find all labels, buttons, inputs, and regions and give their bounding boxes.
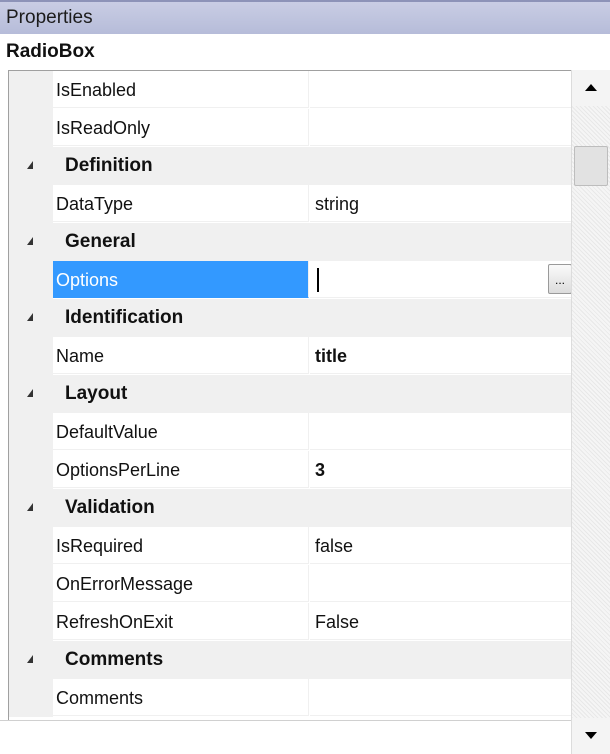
category-label: Comments <box>65 649 164 670</box>
collapse-triangle-icon[interactable] <box>27 237 33 245</box>
property-row-isenabled[interactable]: IsEnabled <box>9 71 571 109</box>
category-label: Layout <box>65 383 128 404</box>
row-gutter <box>9 71 53 109</box>
property-row-datatype[interactable]: DataType string <box>9 185 571 223</box>
row-gutter <box>9 185 53 223</box>
property-value[interactable]: false <box>310 527 571 564</box>
property-name: OptionsPerLine <box>53 451 309 488</box>
category-identification[interactable]: Identification <box>9 299 571 337</box>
category-label: Validation <box>65 497 155 518</box>
category-validation[interactable]: Validation <box>9 489 571 527</box>
property-value[interactable] <box>310 109 571 146</box>
selected-object-name: RadioBox <box>0 34 610 70</box>
property-name: DataType <box>53 185 309 222</box>
row-gutter <box>9 261 53 299</box>
collapse-triangle-icon[interactable] <box>27 161 33 169</box>
property-row-comments[interactable]: Comments <box>9 679 571 717</box>
row-gutter <box>9 109 53 147</box>
grid-bottom-area <box>0 720 571 754</box>
property-row-isreadonly[interactable]: IsReadOnly <box>9 109 571 147</box>
category-definition[interactable]: Definition <box>9 147 571 185</box>
property-value[interactable]: 3 <box>310 451 571 488</box>
property-row-refreshonexit[interactable]: RefreshOnExit False <box>9 603 571 641</box>
property-value[interactable]: False <box>310 603 571 640</box>
vertical-scrollbar[interactable] <box>571 70 610 754</box>
property-value[interactable]: string <box>310 185 571 222</box>
property-row-isrequired[interactable]: IsRequired false <box>9 527 571 565</box>
collapse-triangle-icon[interactable] <box>27 503 33 511</box>
text-caret <box>317 268 319 292</box>
collapse-triangle-icon[interactable] <box>27 313 33 321</box>
property-value[interactable]: title <box>310 337 571 374</box>
panel-title: Properties <box>0 0 610 34</box>
row-gutter <box>9 603 53 641</box>
collapse-triangle-icon[interactable] <box>27 389 33 397</box>
property-name: RefreshOnExit <box>53 603 309 640</box>
property-row-defaultvalue[interactable]: DefaultValue <box>9 413 571 451</box>
scroll-down-arrow-icon <box>585 732 597 739</box>
row-gutter <box>9 679 53 717</box>
property-name: IsReadOnly <box>53 109 309 146</box>
category-label: Identification <box>65 307 184 328</box>
property-value[interactable] <box>310 71 571 108</box>
property-row-options[interactable]: Options ... <box>9 261 571 299</box>
category-label: General <box>65 231 136 252</box>
scroll-track[interactable] <box>572 106 610 718</box>
property-name: DefaultValue <box>53 413 309 450</box>
property-value[interactable] <box>310 565 571 602</box>
property-name: OnErrorMessage <box>53 565 309 602</box>
property-row-name[interactable]: Name title <box>9 337 571 375</box>
row-gutter <box>9 337 53 375</box>
property-row-optionsperline[interactable]: OptionsPerLine 3 <box>9 451 571 489</box>
category-general[interactable]: General <box>9 223 571 261</box>
row-gutter <box>9 451 53 489</box>
collapse-triangle-icon[interactable] <box>27 655 33 663</box>
property-value[interactable] <box>310 679 571 716</box>
scroll-up-button[interactable] <box>572 70 610 106</box>
scroll-thumb[interactable] <box>574 146 608 186</box>
property-value-editor[interactable]: ... <box>310 261 571 298</box>
row-gutter <box>9 565 53 603</box>
property-row-onerrormessage[interactable]: OnErrorMessage <box>9 565 571 603</box>
scroll-down-button[interactable] <box>572 718 610 754</box>
property-value[interactable] <box>310 413 571 450</box>
property-name: IsRequired <box>53 527 309 564</box>
property-name: IsEnabled <box>53 71 309 108</box>
category-label: Definition <box>65 155 153 176</box>
property-name: Comments <box>53 679 309 716</box>
scroll-up-arrow-icon <box>585 84 597 91</box>
row-gutter <box>9 413 53 451</box>
ellipsis-button[interactable]: ... <box>548 264 571 294</box>
property-name: Options <box>53 261 309 298</box>
category-layout[interactable]: Layout <box>9 375 571 413</box>
property-grid: IsEnabled IsReadOnly Definition DataType… <box>8 70 571 720</box>
property-name: Name <box>53 337 309 374</box>
category-comments[interactable]: Comments <box>9 641 571 679</box>
row-gutter <box>9 527 53 565</box>
